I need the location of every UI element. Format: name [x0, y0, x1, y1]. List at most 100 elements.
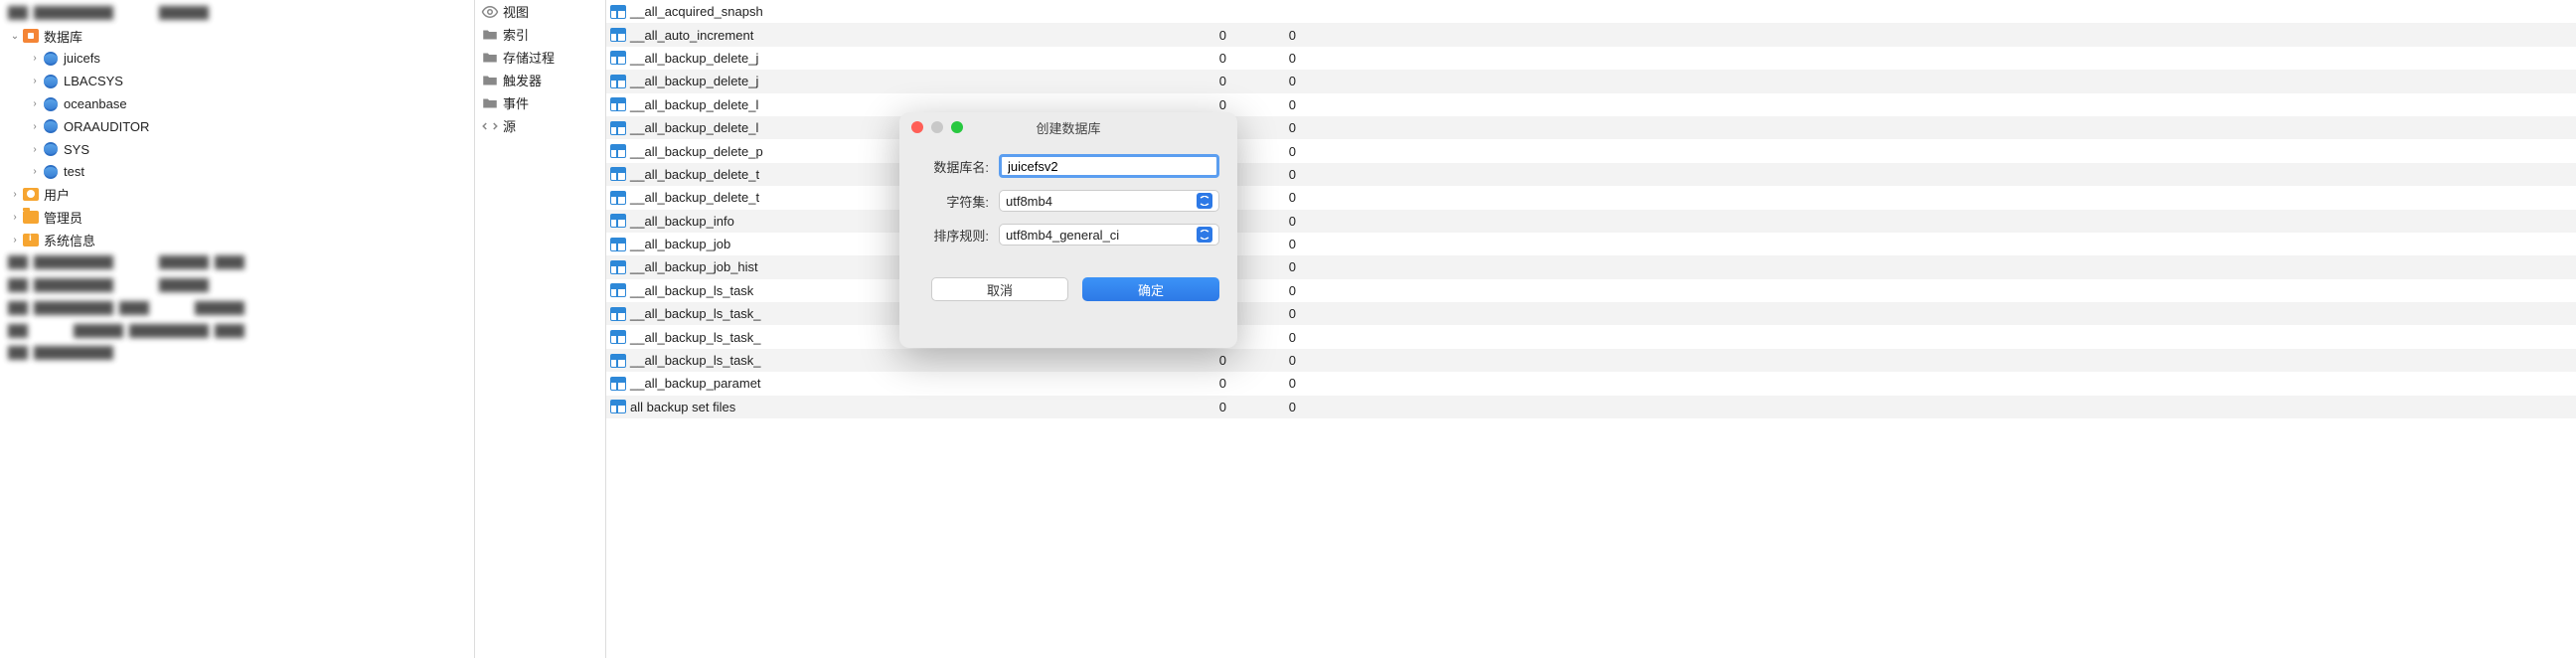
- table-name: __all_backup_delete_p: [630, 144, 763, 159]
- tree-db-item[interactable]: ›juicefs: [0, 48, 474, 71]
- trigger-folder-icon: [481, 72, 499, 89]
- col-value: 0: [1246, 51, 1306, 66]
- cancel-button[interactable]: 取消: [931, 277, 1068, 301]
- table-name: __all_backup_job: [630, 237, 730, 251]
- table-icon: [610, 144, 626, 158]
- blurred-connection-item: [0, 2, 474, 25]
- table-icon: [610, 5, 626, 19]
- table-name: __all_backup_delete_l: [630, 120, 758, 135]
- obj-event[interactable]: 事件: [475, 91, 605, 114]
- label-collation: 排序规则:: [917, 226, 989, 245]
- table-icon: [610, 51, 626, 65]
- table-name: all backup set files: [630, 400, 735, 414]
- obj-index[interactable]: 索引: [475, 23, 605, 46]
- db-name: SYS: [64, 142, 89, 157]
- label: 视图: [503, 2, 529, 21]
- blurred-item: [0, 274, 474, 297]
- col-value: 0: [1246, 237, 1306, 251]
- left-sidebar: ⌄ 数据库 ›juicefs›LBACSYS›oceanbase›ORAAUDI…: [0, 0, 475, 658]
- table-row[interactable]: __all_backup_paramet00: [606, 372, 2576, 395]
- blurred-item: [0, 296, 474, 319]
- tree-db-item[interactable]: ›oceanbase: [0, 92, 474, 115]
- tree-item-admin[interactable]: › 管理员: [0, 206, 474, 229]
- table-name: __all_auto_increment: [630, 28, 753, 43]
- table-icon: [610, 214, 626, 228]
- tree-label: 系统信息: [44, 231, 95, 249]
- blurred-item: [0, 251, 474, 274]
- col-value: 0: [1246, 190, 1306, 205]
- table-name: __all_acquired_snapsh: [630, 4, 763, 19]
- table-icon: [610, 97, 626, 111]
- chevron-right-icon: ›: [8, 235, 22, 246]
- obj-trigger[interactable]: 触发器: [475, 69, 605, 91]
- dbname-input[interactable]: [999, 154, 1219, 178]
- index-folder-icon: [481, 26, 499, 44]
- tree-item-databases[interactable]: ⌄ 数据库: [0, 25, 474, 48]
- chevron-right-icon: ›: [28, 121, 42, 132]
- database-icon: [42, 50, 60, 68]
- col-value: 0: [1187, 97, 1246, 112]
- col-value: 0: [1246, 306, 1306, 321]
- table-name: __all_backup_delete_j: [630, 51, 758, 66]
- table-row[interactable]: __all_backup_delete_j00: [606, 70, 2576, 92]
- database-icon: [42, 95, 60, 113]
- ok-button[interactable]: 确定: [1082, 277, 1219, 301]
- table-row[interactable]: __all_backup_ls_task_00: [606, 349, 2576, 372]
- proc-folder-icon: [481, 49, 499, 67]
- obj-view[interactable]: 视图: [475, 0, 605, 23]
- table-name: __all_backup_delete_t: [630, 190, 759, 205]
- database-icon: [42, 163, 60, 181]
- chevron-down-icon: [1197, 227, 1212, 243]
- tree-item-sysinfo[interactable]: › 系统信息: [0, 229, 474, 251]
- label: 源: [503, 116, 516, 135]
- table-icon: [610, 121, 626, 135]
- table-name: __all_backup_delete_j: [630, 74, 758, 88]
- table-name: __all_backup_job_hist: [630, 259, 758, 274]
- table-row[interactable]: __all_acquired_snapsh: [606, 0, 2576, 23]
- col-value: 0: [1187, 51, 1246, 66]
- table-name: __all_backup_ls_task_: [630, 353, 761, 368]
- chevron-right-icon: ›: [8, 212, 22, 223]
- col-value: 0: [1246, 97, 1306, 112]
- chevron-right-icon: ›: [28, 53, 42, 64]
- table-icon: [610, 307, 626, 321]
- object-type-sidebar: 视图 索引 存储过程 触发器 事件 源: [475, 0, 606, 658]
- tree-db-item[interactable]: › LBACSYS: [0, 70, 474, 92]
- charset-select[interactable]: utf8mb4: [999, 190, 1219, 212]
- table-row[interactable]: __all_auto_increment00: [606, 23, 2576, 46]
- tree-db-item[interactable]: ›ORAAUDITOR: [0, 115, 474, 138]
- database-icon: [42, 140, 60, 158]
- col-value: 0: [1246, 120, 1306, 135]
- table-name: __all_backup_delete_l: [630, 97, 758, 112]
- table-icon: [610, 400, 626, 413]
- obj-proc[interactable]: 存储过程: [475, 46, 605, 69]
- tree-db-item[interactable]: › SYS: [0, 138, 474, 161]
- table-name: __all_backup_ls_task_: [630, 330, 761, 345]
- col-value: 0: [1246, 283, 1306, 298]
- tree-db-item[interactable]: ›test: [0, 161, 474, 184]
- chevron-right-icon: ›: [28, 144, 42, 155]
- table-row[interactable]: all backup set files00: [606, 396, 2576, 418]
- col-value: 0: [1187, 376, 1246, 391]
- table-name: __all_backup_ls_task: [630, 283, 753, 298]
- table-row[interactable]: __all_backup_delete_j 00: [606, 47, 2576, 70]
- source-icon: [481, 117, 499, 135]
- col-value: 0: [1187, 28, 1246, 43]
- tree-item-users[interactable]: › 用户: [0, 183, 474, 206]
- table-name: __all_backup_ls_task_: [630, 306, 761, 321]
- dialog-titlebar: 创建数据库: [899, 112, 1237, 142]
- col-value: 0: [1187, 400, 1246, 414]
- chevron-down-icon: ⌄: [8, 31, 22, 42]
- obj-source[interactable]: 源: [475, 114, 605, 137]
- db-name: LBACSYS: [64, 74, 123, 88]
- table-icon: [610, 260, 626, 274]
- col-value: 0: [1246, 74, 1306, 88]
- label: 事件: [503, 93, 529, 112]
- table-icon: [610, 283, 626, 297]
- col-value: 0: [1246, 214, 1306, 229]
- chevron-right-icon: ›: [28, 76, 42, 86]
- collation-value: utf8mb4_general_ci: [1006, 228, 1119, 243]
- table-icon: [610, 330, 626, 344]
- table-name: __all_backup_paramet: [630, 376, 761, 391]
- collation-select[interactable]: utf8mb4_general_ci: [999, 224, 1219, 246]
